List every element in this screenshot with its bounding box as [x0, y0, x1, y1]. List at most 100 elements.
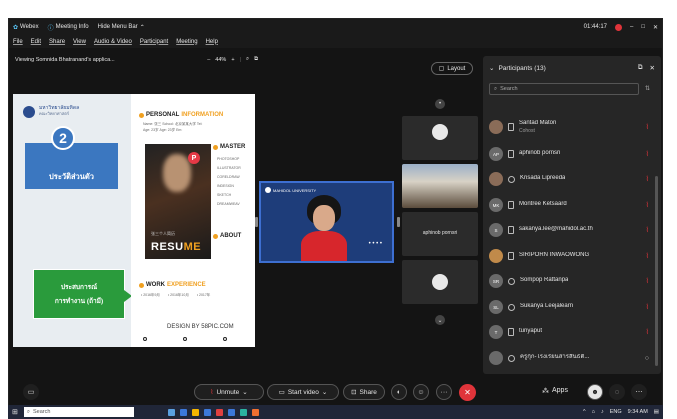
mic-muted-icon[interactable]: ⌇ [646, 175, 649, 183]
meeting-info-button[interactable]: ⓘ Meeting Info [48, 23, 89, 32]
hide-menu-bar-button[interactable]: Hide Menu Bar ⌃ [98, 24, 145, 31]
mic-muted-icon[interactable]: ⌇ [646, 303, 649, 311]
store-icon[interactable] [203, 408, 211, 416]
participants-toggle-button[interactable]: ☻ [587, 384, 603, 400]
zoom-search-icon[interactable]: ⌕ [246, 56, 249, 63]
language-indicator[interactable]: ENG [610, 409, 622, 415]
pop-out-icon[interactable]: ⧉ [638, 64, 643, 72]
volume-icon[interactable]: ♪ [601, 409, 604, 415]
start-video-label: Start video [287, 388, 319, 396]
share-button[interactable]: ⊡ Share [343, 384, 385, 400]
chevron-up-icon: ⌃ [139, 24, 145, 31]
mic-muted-icon[interactable]: ⌇ [646, 328, 649, 336]
participant-row[interactable]: SR Sompop Rattanpa ⌇ [489, 272, 653, 290]
explorer-icon[interactable] [191, 408, 199, 416]
webex-window: ✿ Webex ⓘ Meeting Info Hide Menu Bar ⌃ 0… [8, 18, 663, 411]
chrome-icon[interactable] [215, 408, 223, 416]
zoom-out-button[interactable]: – [207, 57, 210, 63]
scroll-down-button[interactable]: ⌄ [435, 315, 445, 325]
participant-row[interactable]: SIRIPORN INWAOWONG ⌇ [489, 247, 653, 265]
video-tile-2[interactable] [402, 164, 478, 208]
participant-row[interactable]: Krisada Lipreeda ⌇ [489, 170, 653, 188]
avatar: S [489, 223, 503, 237]
notifications-icon[interactable]: ▤ [654, 409, 659, 415]
mic-muted-icon[interactable]: ⌇ [646, 252, 649, 260]
windows-start-icon[interactable]: ⊞ [12, 408, 18, 416]
menu-help[interactable]: Help [206, 39, 218, 45]
zoom-level[interactable]: 44% [215, 57, 226, 63]
avatar: MK [489, 198, 503, 212]
video-tile-3[interactable]: aphinob pornsri [402, 212, 478, 256]
avatar [489, 120, 503, 134]
reactions-button[interactable]: ☺ [413, 384, 429, 400]
participant-row[interactable]: S sakanya.lee@mahidol.ac.th ⌇ [489, 221, 653, 239]
pop-out-icon[interactable]: ⧉ [254, 56, 258, 63]
edge-icon[interactable] [179, 408, 187, 416]
mic-muted-icon[interactable]: ⌇ [646, 123, 649, 131]
menu-file[interactable]: File [13, 39, 23, 45]
mic-icon[interactable]: ○ [645, 355, 649, 362]
avatar: SL [489, 300, 503, 314]
participant-row[interactable]: AP aphinob pornsri ⌇ [489, 145, 653, 163]
participant-row[interactable]: Santad Maton Cohost ⌇ [489, 118, 653, 136]
participants-title: Participants (13) [498, 64, 546, 72]
sort-icon[interactable]: ⇅ [645, 85, 650, 92]
leave-meeting-button[interactable]: ✕ [459, 384, 476, 401]
skills-list: PHOTOSHOP ILLUSTRATOR CORELDRAW INDESIGN… [217, 157, 241, 206]
menu-audio-video[interactable]: Audio & Video [94, 39, 132, 45]
app-icon[interactable] [251, 408, 259, 416]
active-speaker-video[interactable]: MAHIDOL UNIVERSITY • • • • [259, 181, 394, 263]
participant-search-input[interactable]: ⌕ Search [489, 83, 639, 95]
taskview-icon[interactable] [167, 408, 175, 416]
shared-screen[interactable]: มหาวิทยาลัยมหิดล คณะวิทยาศาสตร์ ประวัติส… [13, 94, 255, 347]
participant-row[interactable]: T tunyaput ⌇ [489, 323, 653, 341]
participant-scrollbar[interactable] [655, 176, 658, 366]
clock[interactable]: 9:34 AM [628, 409, 648, 415]
collapse-chevron-icon[interactable]: ⌄ [489, 64, 494, 72]
unmute-button[interactable]: ⌇ Unmute ⌄ [194, 384, 264, 400]
participant-row[interactable]: MK Montree Ketsaard ⌇ [489, 196, 653, 214]
tray-chevron-icon[interactable]: ^ [583, 409, 586, 415]
apps-button[interactable]: ⁂ Apps [542, 387, 568, 395]
layout-button[interactable]: ▢ Layout [431, 62, 473, 75]
chat-icon[interactable]: ▭ [23, 384, 39, 400]
bullet-icon [139, 112, 144, 118]
webex-taskbar-icon[interactable] [239, 408, 247, 416]
close-button[interactable]: ✕ [653, 24, 658, 31]
start-video-button[interactable]: ▭ Start video ⌄ [267, 384, 339, 400]
participant-row[interactable]: ครูกุ๊ก-โรงเรียนสารสินธ์ติ... ○ [489, 349, 653, 367]
mic-muted-icon[interactable]: ⌇ [646, 226, 649, 234]
menu-participant[interactable]: Participant [140, 39, 168, 45]
mic-muted-icon[interactable]: ⌇ [646, 201, 649, 209]
close-panel-icon[interactable]: ✕ [650, 64, 655, 72]
chat-bubble-icon[interactable]: ◌ [609, 384, 625, 400]
restore-button[interactable]: □ [641, 24, 645, 30]
taskbar-search-input[interactable]: ⌕ Search [23, 407, 134, 417]
video-tile-4[interactable] [402, 260, 478, 304]
taskbar-apps [167, 408, 259, 416]
menu-view[interactable]: View [73, 39, 86, 45]
resize-handle[interactable] [397, 217, 400, 227]
mic-muted-icon[interactable]: ⌇ [646, 150, 649, 158]
network-icon[interactable]: ⌂ [592, 409, 595, 415]
webex-app-menu[interactable]: ✿ Webex [13, 24, 39, 31]
more-menu-icon[interactable]: ⋯ [631, 384, 647, 400]
zoom-in-button[interactable]: + [231, 57, 234, 63]
participant-name: Krisada Lipreeda [520, 175, 566, 182]
meeting-info-label: Meeting Info [55, 24, 89, 30]
scroll-up-button[interactable]: • [435, 99, 445, 109]
menu-edit[interactable]: Edit [31, 39, 41, 45]
video-tile-1[interactable] [402, 116, 478, 160]
participant-row[interactable]: SL Sukanya Leejalearn ⌇ [489, 298, 653, 316]
resize-handle[interactable] [255, 217, 258, 227]
mail-icon[interactable] [227, 408, 235, 416]
minimize-button[interactable]: – [630, 24, 633, 30]
chevron-down-icon: ⌄ [321, 389, 328, 396]
menu-share[interactable]: Share [49, 39, 65, 45]
mic-muted-icon[interactable]: ⌇ [646, 277, 649, 285]
menu-meeting[interactable]: Meeting [176, 39, 197, 45]
participant-avatar [432, 274, 448, 290]
windows-taskbar: ⊞ ⌕ Search ^ ⌂ ♪ ENG 9:34 AM ▤ [8, 405, 663, 419]
recording-button[interactable]: ◐ [391, 384, 407, 400]
more-options-button[interactable]: ··· [436, 384, 452, 400]
